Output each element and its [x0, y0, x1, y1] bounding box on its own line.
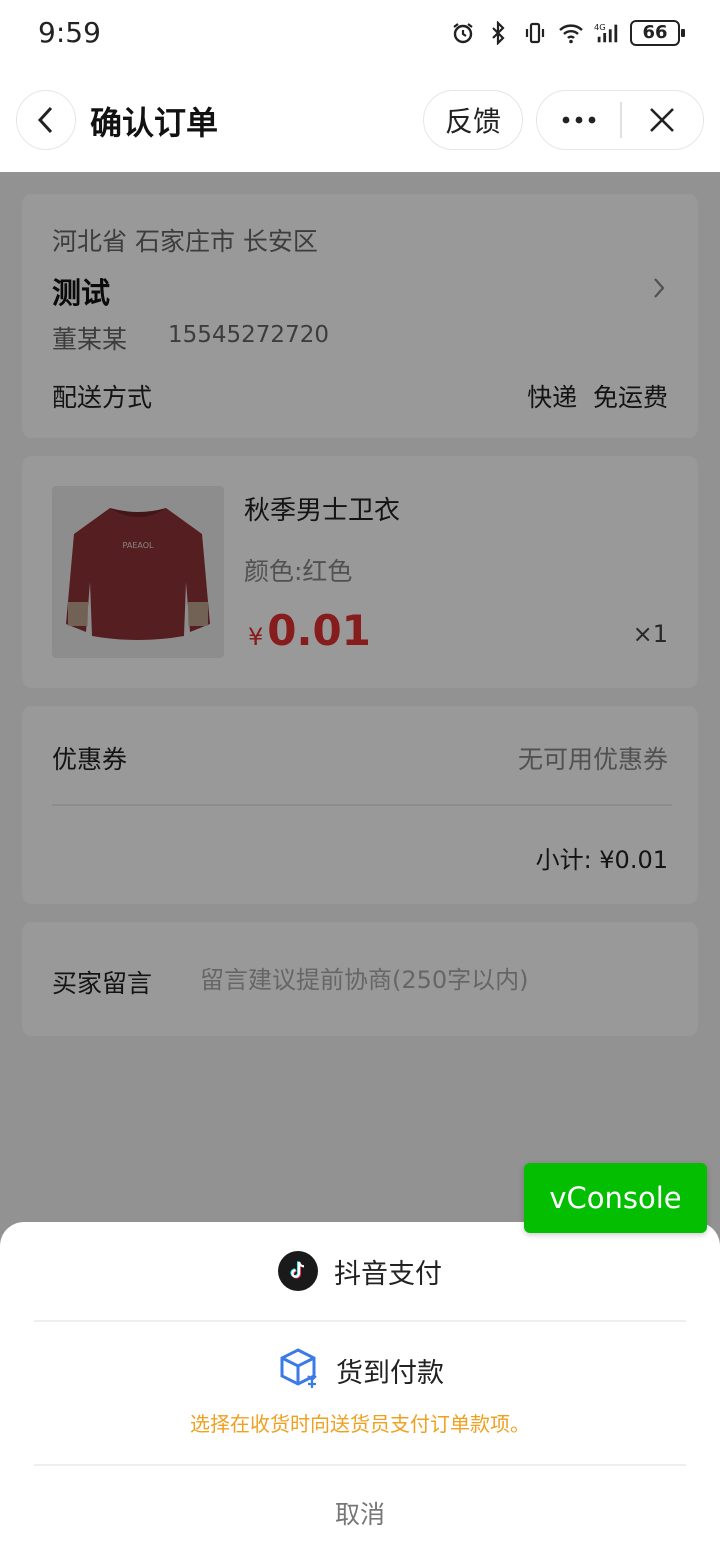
cod-box-icon: [276, 1346, 320, 1394]
close-icon: [650, 108, 675, 132]
feedback-button[interactable]: 反馈: [423, 90, 523, 150]
douyin-icon: [278, 1251, 318, 1291]
pay-option-cod[interactable]: 货到付款 选择在收货时向送货员支付订单款项。: [0, 1322, 720, 1464]
nav-bar: 确认订单 反馈: [0, 68, 720, 172]
more-button[interactable]: [537, 91, 620, 149]
more-dots-icon: [562, 116, 596, 124]
pay-option-douyin[interactable]: 抖音支付: [0, 1222, 720, 1320]
status-icons: 4G 66: [450, 20, 685, 46]
svg-text:4G: 4G: [594, 22, 606, 32]
pay-option-label: 货到付款: [336, 1357, 444, 1389]
pay-option-row: 货到付款: [0, 1346, 720, 1394]
close-button[interactable]: [622, 91, 703, 149]
back-button[interactable]: [16, 90, 76, 150]
chevron-left-icon: [37, 106, 53, 134]
wifi-icon: [558, 20, 584, 46]
mini-program-capsule: [536, 90, 704, 150]
payment-action-sheet: 抖音支付 货到付款 选择在收货时向送货员支付订单款项。 取消: [0, 1222, 720, 1560]
pay-option-label: 抖音支付: [334, 1258, 442, 1290]
bluetooth-icon: [486, 20, 512, 46]
cancel-button[interactable]: 取消: [0, 1466, 720, 1560]
status-time: 9:59: [38, 16, 101, 49]
battery-icon: 66: [630, 20, 685, 46]
vibrate-icon: [522, 20, 548, 46]
cell-signal-icon: 4G: [594, 20, 620, 46]
vconsole-button[interactable]: vConsole: [524, 1163, 707, 1233]
alarm-icon: [450, 20, 476, 46]
status-bar: 9:59 4G 66: [0, 0, 720, 68]
page-title: 确认订单: [90, 104, 219, 142]
pay-option-hint: 选择在收货时向送货员支付订单款项。: [190, 1412, 530, 1436]
